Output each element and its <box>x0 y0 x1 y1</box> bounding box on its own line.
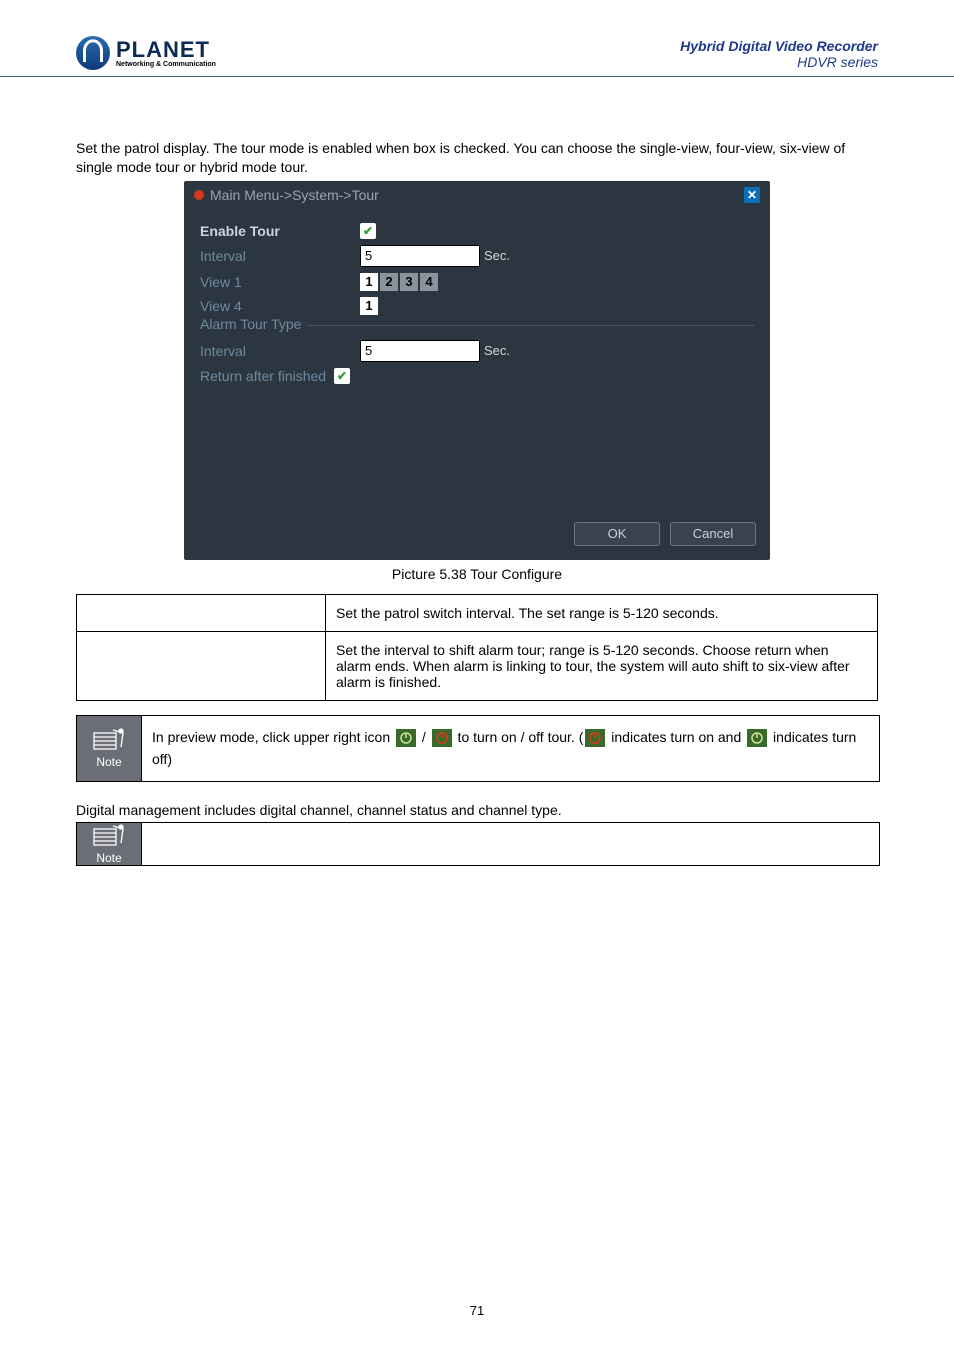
return-after-finished-label: Return after finished <box>200 368 326 384</box>
note-text: In preview mode, click upper right icon … <box>142 716 879 781</box>
tour-on-icon <box>396 729 416 747</box>
note-icon: Note <box>77 716 142 781</box>
page-number: 71 <box>0 1303 954 1318</box>
view1-label: View 1 <box>200 274 360 290</box>
note-box-1: Note In preview mode, click upper right … <box>76 715 880 782</box>
tour-off-icon <box>432 729 452 747</box>
logo-mark <box>76 36 110 70</box>
alarm-tour-type-label: Alarm Tour Type <box>200 316 307 332</box>
doc-title-line1: Hybrid Digital Video Recorder <box>680 38 878 54</box>
table-cell-val-1: Set the patrol switch interval. The set … <box>326 594 878 631</box>
table-cell-key-2 <box>77 631 326 700</box>
view1-btn-3[interactable]: 3 <box>400 273 418 291</box>
dialog-indicator-icon <box>194 190 204 200</box>
interval-unit: Sec. <box>484 248 510 263</box>
close-icon[interactable]: ✕ <box>744 187 760 203</box>
note-label: Note <box>96 851 121 865</box>
note-icon: Note <box>77 823 142 865</box>
brand-logo: PLANET Networking & Communication <box>76 36 216 70</box>
parameter-table: Set the patrol switch interval. The set … <box>76 594 878 701</box>
table-row: Set the interval to shift alarm tour; ra… <box>77 631 878 700</box>
interval-input[interactable]: 5 <box>360 245 480 267</box>
interval-label: Interval <box>200 248 360 264</box>
digital-management-text: Digital management includes digital chan… <box>76 802 878 818</box>
tour-off-indicator-icon <box>747 729 767 747</box>
note-box-2: Note <box>76 822 880 866</box>
view4-label: View 4 <box>200 298 360 314</box>
doc-title-line2: HDVR series <box>680 54 878 70</box>
table-row: Set the patrol switch interval. The set … <box>77 594 878 631</box>
view4-btn-1[interactable]: 1 <box>360 297 378 315</box>
cancel-button[interactable]: Cancel <box>670 522 756 546</box>
dialog-title: Main Menu->System->Tour <box>210 187 379 203</box>
note-label: Note <box>96 755 121 769</box>
table-cell-key-1 <box>77 594 326 631</box>
tour-on-indicator-icon <box>585 729 605 747</box>
view1-buttons: 1 2 3 4 <box>360 273 438 291</box>
tour-dialog: Main Menu->System->Tour ✕ Enable Tour In… <box>184 181 770 560</box>
table-cell-val-2: Set the interval to shift alarm tour; ra… <box>326 631 878 700</box>
enable-tour-label: Enable Tour <box>200 223 360 239</box>
view1-btn-4[interactable]: 4 <box>420 273 438 291</box>
view1-btn-1[interactable]: 1 <box>360 273 378 291</box>
alarm-interval-unit: Sec. <box>484 343 510 358</box>
figure-caption: Picture 5.38 Tour Configure <box>76 566 878 582</box>
view1-btn-2[interactable]: 2 <box>380 273 398 291</box>
alarm-interval-input[interactable]: 5 <box>360 340 480 362</box>
alarm-interval-label: Interval <box>200 343 360 359</box>
enable-tour-checkbox[interactable] <box>360 223 376 239</box>
doc-title: Hybrid Digital Video Recorder HDVR serie… <box>680 38 878 70</box>
note-text-2 <box>142 823 879 865</box>
brand-tagline: Networking & Communication <box>116 61 216 68</box>
intro-text: Set the patrol display. The tour mode is… <box>76 139 878 177</box>
return-after-finished-checkbox[interactable] <box>334 368 350 384</box>
brand-name: PLANET <box>116 39 216 61</box>
ok-button[interactable]: OK <box>574 522 660 546</box>
